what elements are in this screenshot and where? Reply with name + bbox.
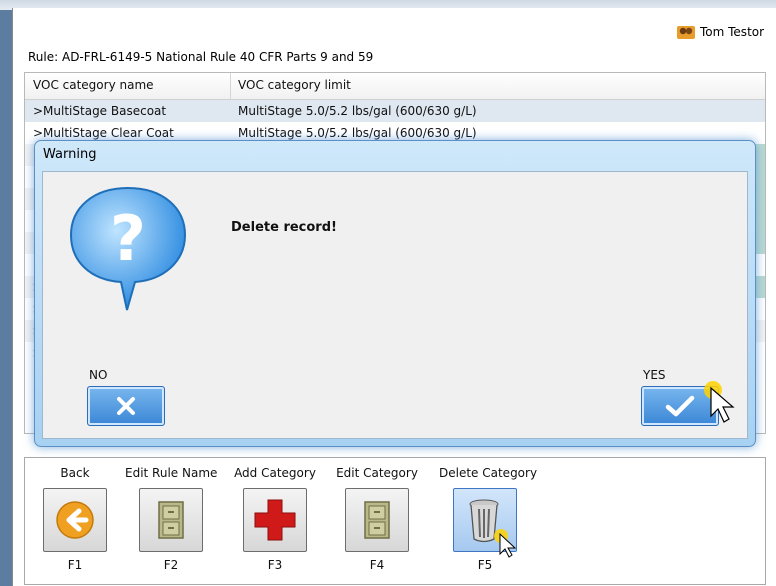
- yes-label: YES: [643, 368, 666, 382]
- column-header-limit[interactable]: VOC category limit: [238, 78, 351, 92]
- svg-text:?: ?: [110, 202, 146, 275]
- close-icon: [117, 397, 135, 415]
- action-toolbar: Back F1 Edit Rule Name F2 Add Category F…: [24, 457, 766, 585]
- edit-category-label: Edit Category: [336, 466, 418, 480]
- delete-category-shortcut: F5: [477, 558, 493, 572]
- red-cross-icon: [254, 499, 296, 541]
- edit-category-action: Edit Category F4: [331, 466, 423, 576]
- edit-category-shortcut: F4: [369, 558, 385, 572]
- delete-category-action: Delete Category F5: [439, 466, 538, 576]
- add-category-button[interactable]: [243, 488, 307, 552]
- rule-title: Rule: AD-FRL-6149-5 National Rule 40 CFR…: [28, 50, 374, 64]
- row-name: >MultiStage Basecoat: [33, 104, 167, 118]
- add-category-action: Add Category F3: [229, 466, 321, 576]
- edit-category-button[interactable]: [345, 488, 409, 552]
- add-category-label: Add Category: [234, 466, 316, 480]
- user-badge[interactable]: Tom Testor: [676, 22, 776, 42]
- row-name: >MultiStage Clear Coat: [33, 126, 174, 140]
- cabinet-icon: [158, 501, 184, 539]
- dialog-title: Warning: [43, 147, 97, 162]
- warning-dialog: Warning ? Delete record! NO YES: [34, 140, 756, 447]
- dialog-body: ? Delete record! NO YES: [42, 171, 748, 439]
- no-button[interactable]: [87, 386, 165, 426]
- edit-rule-name-button[interactable]: [139, 488, 203, 552]
- mouse-cursor-icon: [494, 529, 517, 558]
- table-row[interactable]: >MultiStage Basecoat MultiStage 5.0/5.2 …: [25, 100, 765, 122]
- edit-rule-name-action: Edit Rule Name F2: [125, 466, 217, 576]
- table-header: VOC category name VOC category limit: [25, 73, 765, 100]
- back-button[interactable]: [43, 488, 107, 552]
- back-arrow-icon: [56, 501, 94, 539]
- no-label: NO: [89, 368, 108, 382]
- edit-rule-name-label: Edit Rule Name: [125, 466, 218, 480]
- dialog-message: Delete record!: [231, 220, 337, 235]
- column-divider: [230, 73, 231, 99]
- delete-category-label: Delete Category: [439, 466, 538, 480]
- mouse-cursor-icon: [704, 381, 735, 423]
- column-header-name[interactable]: VOC category name: [33, 78, 154, 92]
- user-avatar-icon: [677, 26, 695, 39]
- back-action: Back F1: [29, 466, 121, 576]
- add-category-shortcut: F3: [267, 558, 283, 572]
- row-limit: MultiStage 5.0/5.2 lbs/gal (600/630 g/L): [238, 126, 477, 140]
- row-limit: MultiStage 5.0/5.2 lbs/gal (600/630 g/L): [238, 104, 477, 118]
- cabinet-icon: [364, 501, 390, 539]
- user-name: Tom Testor: [700, 25, 765, 39]
- back-label: Back: [60, 466, 90, 480]
- edit-rule-name-shortcut: F2: [163, 558, 179, 572]
- question-bubble-icon: ?: [69, 186, 187, 311]
- back-shortcut: F1: [67, 558, 83, 572]
